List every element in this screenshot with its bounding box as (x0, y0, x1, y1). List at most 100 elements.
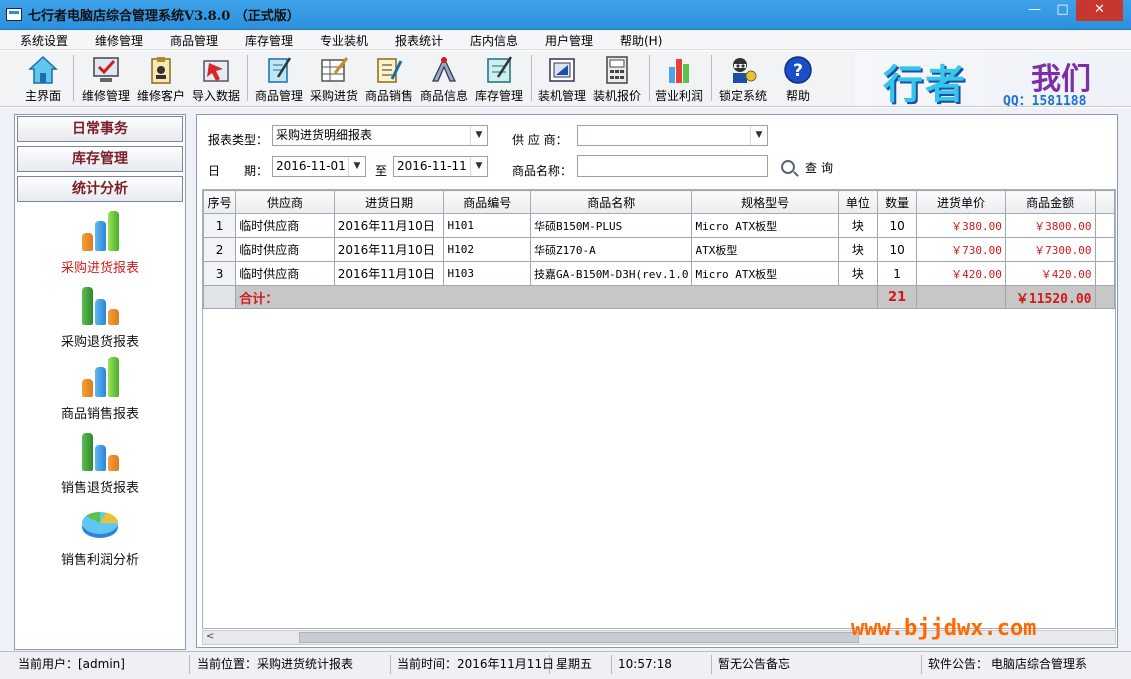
toolbar-separator (73, 55, 74, 101)
spreadsheet-pen-icon (319, 55, 349, 85)
column-header[interactable]: 商品金额 (1004, 190, 1096, 214)
table-total-row: 合计： 21 ￥11520.00 (203, 285, 1115, 309)
column-header[interactable]: 规格型号 (691, 190, 839, 214)
watermark-text: www.bjjdwx.com (851, 616, 1037, 641)
menu-system-settings[interactable]: 系统设置 (20, 32, 68, 49)
toolbar-purchase-button[interactable]: 采购进货 (308, 53, 360, 105)
menu-reports[interactable]: 报表统计 (395, 32, 443, 49)
chevron-down-icon: ▼ (750, 126, 767, 145)
date-from-picker[interactable]: 2016-11-01 ▼ (272, 156, 366, 177)
sidebar-item-label: 商品销售报表 (60, 407, 139, 422)
toolbar-product-management-button[interactable]: 商品管理 (253, 53, 305, 105)
title-bar: 七行者电脑店综合管理系统V3.8.0 （正式版） — □ ✕ (0, 0, 1131, 30)
brand-banner: 行者 我们 QQ：1581188 (855, 52, 1131, 106)
banner-qq-text: QQ：1581188 (1003, 94, 1087, 106)
scrollbar-thumb[interactable] (299, 632, 859, 643)
chevron-left-icon[interactable]: < (206, 631, 214, 642)
status-clock: 10:57:18 (614, 655, 712, 674)
toolbar-separator (531, 55, 532, 101)
column-header[interactable]: 进货日期 (333, 190, 445, 214)
column-header[interactable]: 商品编号 (443, 190, 532, 214)
sidebar-section-daily-affairs[interactable]: 日常事务 (17, 116, 183, 142)
status-bar: 当前用户：[admin] 当前位置：采购进货统计报表 当前时间：2016年11月… (0, 651, 1131, 679)
menu-user-management[interactable]: 用户管理 (545, 32, 593, 49)
date-to-picker[interactable]: 2016-11-11 ▼ (393, 156, 488, 177)
window-title: 七行者电脑店综合管理系统V3.8.0 （正式版） (28, 9, 300, 24)
status-notice: 暂无公告备忘 (714, 655, 922, 674)
total-amount: ￥11520.00 (1004, 285, 1096, 309)
date-label: 日 期： (208, 164, 269, 178)
search-icon (781, 160, 795, 174)
report-type-select[interactable]: 采购进货明细报表 ▼ (272, 125, 488, 146)
sidebar-section-statistics[interactable]: 统计分析 (17, 176, 183, 202)
close-button[interactable]: ✕ (1076, 0, 1123, 21)
clipboard-customer-icon (146, 55, 176, 85)
column-header[interactable]: 商品名称 (530, 190, 693, 214)
supplier-label: 供 应 商： (512, 133, 568, 147)
sidebar-section-inventory[interactable]: 库存管理 (17, 146, 183, 172)
status-software-notice-label: 软件公告： (928, 657, 989, 671)
sidebar-item-purchase-return-report[interactable]: 采购退货报表 (15, 283, 185, 350)
toolbar-home-button[interactable]: 主界面 (20, 53, 66, 105)
minimize-button[interactable]: — (1021, 0, 1048, 21)
sidebar-item-sales-profit-analysis[interactable]: 销售利润分析 (15, 501, 185, 568)
column-header-filler (1094, 190, 1115, 214)
sidebar-item-label: 销售退货报表 (60, 481, 139, 496)
menu-product-management[interactable]: 商品管理 (170, 32, 218, 49)
report-table: 序号 供应商 进货日期 商品编号 商品名称 规格型号 单位 数量 进货单价 商品… (202, 189, 1116, 629)
menu-pc-assembly[interactable]: 专业装机 (320, 32, 368, 49)
product-name-input[interactable] (577, 155, 768, 177)
sidebar-item-sales-return-report[interactable]: 销售退货报表 (15, 429, 185, 496)
status-current-user: 当前用户：[admin] (14, 655, 190, 674)
menu-repair-management[interactable]: 维修管理 (95, 32, 143, 49)
toolbar-repair-button[interactable]: 维修管理 (80, 53, 132, 105)
status-software-notice-text: 电脑店综合管理系 (991, 657, 1088, 671)
toolbar-lock-system-button[interactable]: 锁定系统 (716, 53, 770, 105)
app-icon (6, 8, 22, 21)
menu-help[interactable]: 帮助(H) (620, 32, 662, 49)
bar-chart-icon (78, 209, 122, 253)
query-button[interactable]: 查询 (781, 159, 841, 177)
status-weekday: 星期五 (552, 655, 612, 674)
toolbar-sales-button[interactable]: 商品销售 (363, 53, 415, 105)
bar-chart-icon (664, 55, 694, 85)
bar-chart-icon (78, 355, 122, 399)
menu-store-info[interactable]: 店内信息 (470, 32, 518, 49)
chevron-down-icon: ▼ (348, 157, 365, 176)
toolbar-separator (711, 55, 712, 101)
column-header[interactable]: 数量 (876, 190, 918, 214)
toolbar-assembly-management-button[interactable]: 装机管理 (536, 53, 588, 105)
column-header[interactable]: 序号 (203, 190, 237, 214)
svg-text:?: ? (793, 61, 803, 81)
maximize-button[interactable]: □ (1049, 0, 1076, 21)
table-row[interactable]: 1 临时供应商 2016年11月10日 H101 华硕B150M-PLUS Mi… (203, 213, 1115, 238)
toolbar-inventory-button[interactable]: 库存管理 (473, 53, 525, 105)
table-row[interactable]: 3 临时供应商 2016年11月10日 H103 技嘉GA-B150M-D3H(… (203, 261, 1115, 286)
profit-pie-icon (78, 501, 122, 545)
sidebar: 日常事务 库存管理 统计分析 采购进货报表 采购退货报表 商品销售报表 销售退货… (14, 114, 186, 650)
menu-bar: 系统设置 维修管理 商品管理 库存管理 专业装机 报表统计 店内信息 用户管理 … (0, 30, 1131, 50)
toolbar-help-button[interactable]: ? 帮助 (776, 53, 820, 105)
column-header[interactable]: 供应商 (235, 190, 335, 214)
chevron-down-icon: ▼ (470, 126, 487, 145)
banner-logo-text: 行者 (883, 61, 967, 106)
supplier-select[interactable]: ▼ (577, 125, 768, 146)
lock-person-icon (728, 55, 758, 85)
toolbar-profit-button[interactable]: 营业利润 (653, 53, 705, 105)
column-header[interactable]: 单位 (837, 190, 878, 214)
toolbar-product-info-button[interactable]: 商品信息 (418, 53, 470, 105)
assembly-frame-icon (547, 55, 577, 85)
product-name-label: 商品名称： (512, 164, 573, 178)
date-to-label: 至 (375, 164, 388, 178)
toolbar-assembly-quote-button[interactable]: 装机报价 (591, 53, 643, 105)
report-panel: 报表类型： 采购进货明细报表 ▼ 供 应 商： ▼ 日 期： 2016-11-0… (196, 114, 1118, 648)
toolbar-import-data-button[interactable]: 导入数据 (190, 53, 242, 105)
menu-inventory-management[interactable]: 库存管理 (245, 32, 293, 49)
table-row[interactable]: 2 临时供应商 2016年11月10日 H102 华硕Z170-A ATX板型 … (203, 237, 1115, 262)
column-header[interactable]: 进货单价 (916, 190, 1006, 214)
import-arrow-icon (201, 55, 231, 85)
sidebar-item-sales-report[interactable]: 商品销售报表 (15, 355, 185, 422)
sidebar-item-label: 采购进货报表 (60, 261, 139, 276)
sidebar-item-purchase-report[interactable]: 采购进货报表 (15, 209, 185, 276)
toolbar-repair-customer-button[interactable]: 维修客户 (135, 53, 187, 105)
